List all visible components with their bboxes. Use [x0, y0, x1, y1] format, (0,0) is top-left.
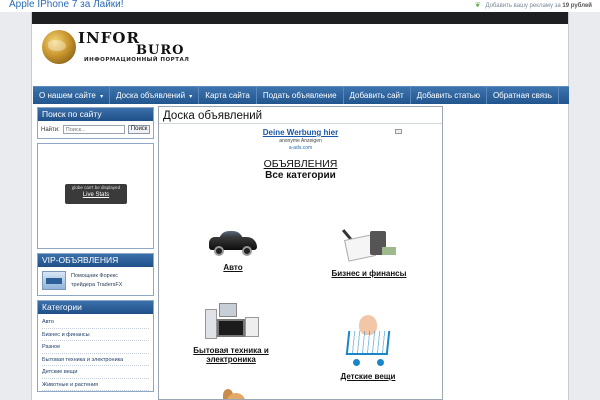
- business-image[interactable]: [341, 225, 396, 265]
- categories-widget: Категории Авто Бизнес и финансы Разное Б…: [37, 300, 154, 392]
- category-tile-label[interactable]: Детские вещи: [323, 372, 413, 381]
- category-link-auto[interactable]: Авто: [42, 316, 149, 329]
- nav-item-about[interactable]: О нашем сайте ▾: [33, 87, 111, 104]
- nav-item-sitemap[interactable]: Карта сайта: [199, 87, 257, 104]
- nav-item-feedback[interactable]: Обратная связь: [487, 87, 559, 104]
- vip-item-line2: трейдера TradersFX: [71, 281, 123, 288]
- section-subheading: Все категории: [265, 170, 336, 181]
- advertise-link[interactable]: ❦ Добавить вашу рекламу за 19 рублей: [475, 1, 592, 9]
- nav-item-add-site[interactable]: Добавить сайт: [344, 87, 411, 104]
- nav-item-board[interactable]: Доска объявлений ▾: [110, 87, 200, 104]
- nav-item-label: О нашем сайте: [39, 91, 96, 100]
- section-heading[interactable]: ОБЪЯВЛЕНИЯ: [159, 158, 442, 170]
- categories-widget-title: Категории: [38, 301, 153, 314]
- ad-url[interactable]: a-ads.com: [159, 145, 442, 151]
- vip-item-line1: Помощник Форекс: [71, 272, 118, 279]
- category-tile-animals[interactable]: [215, 387, 255, 399]
- category-tile-label[interactable]: Бизнес и финансы: [319, 269, 419, 278]
- live-stats-box: globe can't be displayed Live Stats: [65, 184, 127, 204]
- logo-text-buro[interactable]: BURO: [136, 43, 184, 58]
- main-content: Доска объявлений Deine Werbung hier anon…: [158, 106, 443, 400]
- ad-banner: Deine Werbung hier anonyme Anzeigen a-ad…: [159, 124, 442, 151]
- category-link-business[interactable]: Бизнес и финансы: [42, 329, 149, 341]
- leaf-icon: ❦: [474, 2, 481, 9]
- top-ad-strip: Apple IPhone 7 за Лайки! ❦ Добавить вашу…: [0, 0, 600, 12]
- chevron-down-icon: ▾: [100, 94, 104, 100]
- category-tile-label[interactable]: Авто: [203, 263, 263, 272]
- search-input[interactable]: [62, 125, 125, 134]
- close-icon[interactable]: [395, 129, 402, 134]
- advertise-price: 19 рублей: [562, 3, 592, 9]
- baby-cart-image[interactable]: [345, 311, 391, 367]
- page-title: Доска объявлений: [159, 107, 442, 124]
- category-list: Авто Бизнес и финансы Разное Бытовая тех…: [38, 314, 153, 391]
- search-button[interactable]: Поиск: [127, 125, 151, 134]
- logo-text-infor[interactable]: INFOR: [78, 29, 140, 47]
- pet-image[interactable]: [217, 387, 253, 399]
- globe-error-message: globe can't be displayed: [71, 185, 121, 190]
- category-tile-business[interactable]: Бизнес и финансы: [319, 225, 419, 278]
- ad-subtitle: anonyme Anzeigen: [279, 138, 322, 144]
- vip-widget: VIP-ОБЪЯВЛЕНИЯ Помощник Форекс трейдера …: [37, 253, 154, 296]
- live-stats-widget: globe can't be displayed Live Stats: [37, 143, 154, 249]
- promo-link[interactable]: Apple IPhone 7 за Лайки!: [9, 0, 124, 10]
- site-header: INFOR BURO ИНФОРМАЦИОННЫЙ ПОРТАЛ: [32, 24, 568, 86]
- car-image[interactable]: [207, 229, 259, 257]
- search-widget-title: Поиск по сайту: [38, 108, 153, 121]
- category-link-kids[interactable]: Детские вещи: [42, 366, 149, 379]
- appliances-image[interactable]: [203, 303, 259, 341]
- search-widget: Поиск по сайту Найти: Поиск: [37, 107, 154, 139]
- category-link-misc[interactable]: Разное: [42, 341, 149, 354]
- globe-logo-icon[interactable]: [42, 30, 76, 64]
- live-stats-link[interactable]: Live Stats: [65, 192, 127, 198]
- search-form: Найти: Поиск: [38, 121, 153, 138]
- advertise-text: Добавить вашу рекламу за: [485, 3, 561, 9]
- vip-thumbnail[interactable]: [42, 271, 66, 290]
- nav-item-add-article[interactable]: Добавить статью: [411, 87, 487, 104]
- category-link-animals[interactable]: Животные и растения: [42, 379, 149, 391]
- logo-subtitle: ИНФОРМАЦИОННЫЙ ПОРТАЛ: [84, 57, 190, 63]
- header-strip: [32, 12, 568, 24]
- nav-item-label: Доска объявлений: [116, 91, 186, 100]
- vip-widget-title: VIP-ОБЪЯВЛЕНИЯ: [38, 254, 153, 267]
- category-tile-label-line1[interactable]: Бытовая техника и: [181, 346, 281, 355]
- vip-item[interactable]: Помощник Форекс трейдера TradersFX: [38, 267, 153, 295]
- main-nav: О нашем сайте ▾ Доска объявлений ▾ Карта…: [33, 86, 569, 104]
- section-header: ОБЪЯВЛЕНИЯ Все категории: [159, 158, 442, 181]
- category-link-electronics[interactable]: Бытовая техника и электроника: [42, 354, 149, 366]
- chevron-down-icon: ▾: [189, 94, 193, 100]
- search-label: Найти:: [41, 126, 60, 133]
- page-container: INFOR BURO ИНФОРМАЦИОННЫЙ ПОРТАЛ О нашем…: [31, 12, 569, 400]
- vip-item-text[interactable]: Помощник Форекс трейдера TradersFX: [71, 272, 122, 290]
- category-tile-kids[interactable]: Детские вещи: [323, 311, 413, 381]
- category-tile-electronics[interactable]: Бытовая техника и электроника: [181, 303, 281, 364]
- sidebar: Поиск по сайту Найти: Поиск globe can't …: [37, 107, 154, 396]
- category-tile-label-line2[interactable]: электроника: [181, 355, 281, 364]
- category-tile-auto[interactable]: Авто: [203, 229, 263, 272]
- nav-item-post-ad[interactable]: Подать объявление: [257, 87, 344, 104]
